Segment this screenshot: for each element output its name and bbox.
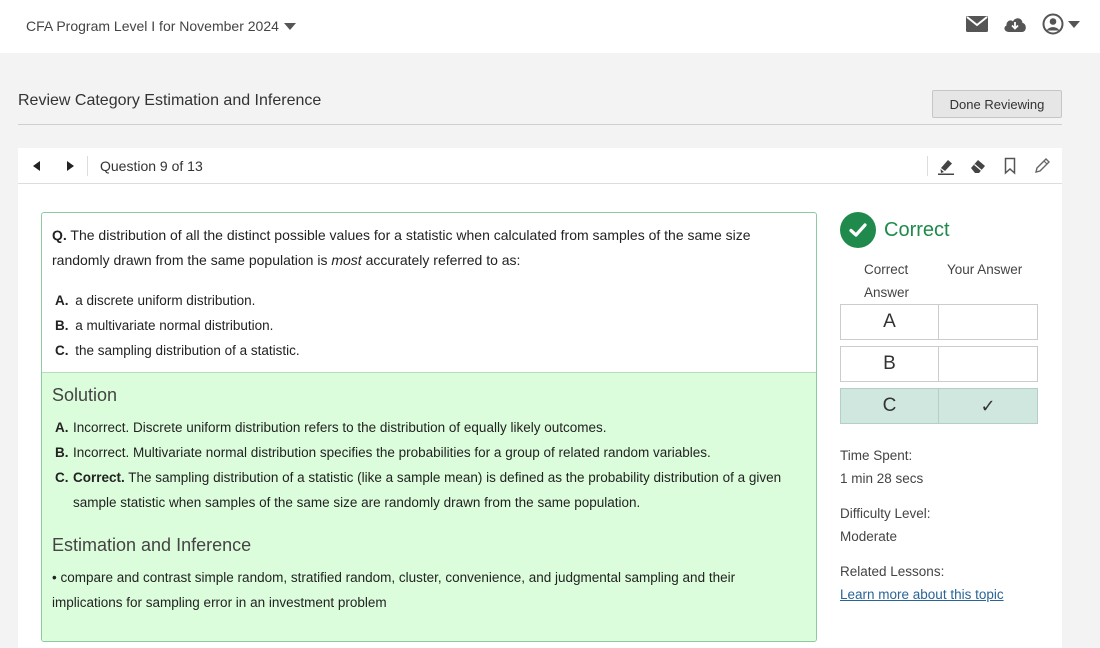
solution-text: Incorrect. Discrete uniform distribution… [73,420,607,435]
solution-section: Solution A. Incorrect. Discrete uniform d… [42,372,816,641]
check-circle-icon [840,212,876,248]
user-account-icon[interactable] [1042,13,1080,35]
solution-line-a: A. Incorrect. Discrete uniform distributi… [55,415,805,440]
topic-heading: Estimation and Inference [52,535,252,555]
question-emphasis: most [331,252,362,268]
review-page: Review Category Estimation and Inference… [0,53,1100,648]
program-label: CFA Program Level I for November 2024 [26,18,279,34]
previous-question-icon[interactable] [29,159,43,173]
difficulty-value: Moderate [840,529,898,544]
solution-letter: B. [55,445,69,460]
time-spent-label: Time Spent: [840,448,913,463]
solution-explanations: A. Incorrect. Discrete uniform distributi… [55,415,805,515]
solution-correct-label: Correct. [73,470,125,485]
solution-letter: A. [55,420,69,435]
option-letter: A. [55,293,69,308]
program-selector[interactable]: CFA Program Level I for November 2024 [26,18,296,34]
time-spent-value: 1 min 28 secs [840,471,924,486]
answer-options: A. a discrete uniform distribution. B. a… [55,288,300,363]
question-nav-bar: Question 9 of 13 [18,148,1062,184]
correct-answer-cell: C [840,388,939,424]
question-text-part2: accurately referred to as: [361,252,521,268]
correct-badge: Correct [840,212,950,248]
nav-divider [87,156,88,176]
option-b[interactable]: B. a multivariate normal distribution. [55,313,300,338]
option-text: a multivariate normal distribution. [75,318,274,333]
answer-row-a: A [840,304,1038,340]
question-card: Q. The distribution of all the distinct … [41,212,817,642]
question-stats: Time Spent: 1 min 28 secs Difficulty Lev… [840,444,1004,618]
title-divider [18,124,1062,125]
correct-answer-header: Correct Answer [864,262,910,300]
caret-down-icon [283,23,296,30]
header-actions [966,13,1080,35]
answer-grid: A B C ✓ [840,304,1038,430]
cloud-download-icon[interactable] [1003,15,1027,33]
question-panel: Question 9 of 13 Q. The distribution of [18,148,1062,648]
result-status: Correct [884,218,950,241]
tools-divider [927,156,928,176]
next-question-icon[interactable] [63,159,77,173]
related-lesson-link[interactable]: Learn more about this topic [840,583,1004,606]
topic-text: • compare and contrast simple random, st… [52,570,736,610]
correct-answer-cell: A [840,304,939,340]
option-letter: B. [55,318,69,333]
solution-line-b: B. Incorrect. Multivariate normal distrib… [55,440,805,465]
solution-heading: Solution [52,385,118,405]
solution-text: Incorrect. Multivariate normal distribut… [73,445,711,460]
your-answer-checkmark: ✓ [939,388,1038,424]
highlighter-icon[interactable] [930,148,962,184]
your-answer-cell [939,304,1038,340]
pencil-icon[interactable] [1026,148,1058,184]
option-letter: C. [55,343,69,358]
answer-row-c: C ✓ [840,388,1038,424]
chevron-down-icon [1068,21,1080,28]
question-stem: Q. The distribution of all the distinct … [52,223,802,273]
related-lessons-label: Related Lessons: [840,564,945,579]
page-title: Review Category Estimation and Inference [18,92,322,109]
option-text: the sampling distribution of a statistic… [75,343,300,358]
solution-text: The sampling distribution of a statistic… [73,470,782,510]
answer-row-b: B [840,346,1038,382]
top-bar: CFA Program Level I for November 2024 [0,0,1100,53]
option-text: a discrete uniform distribution. [75,293,256,308]
option-c[interactable]: C. the sampling distribution of a statis… [55,338,300,363]
eraser-icon[interactable] [962,148,994,184]
question-counter: Question 9 of 13 [100,158,203,174]
bookmark-icon[interactable] [994,148,1026,184]
envelope-icon[interactable] [966,15,988,33]
difficulty-label: Difficulty Level: [840,506,931,521]
done-reviewing-button[interactable]: Done Reviewing [932,90,1062,118]
annotation-tools [927,148,1058,184]
your-answer-header: Your Answer [947,262,1023,277]
solution-letter: C. [55,470,69,485]
option-a[interactable]: A. a discrete uniform distribution. [55,288,300,313]
solution-line-c: C. Correct. The sampling distribution of … [55,465,805,515]
correct-answer-cell: B [840,346,939,382]
question-prefix: Q. [52,227,67,243]
your-answer-cell [939,346,1038,382]
